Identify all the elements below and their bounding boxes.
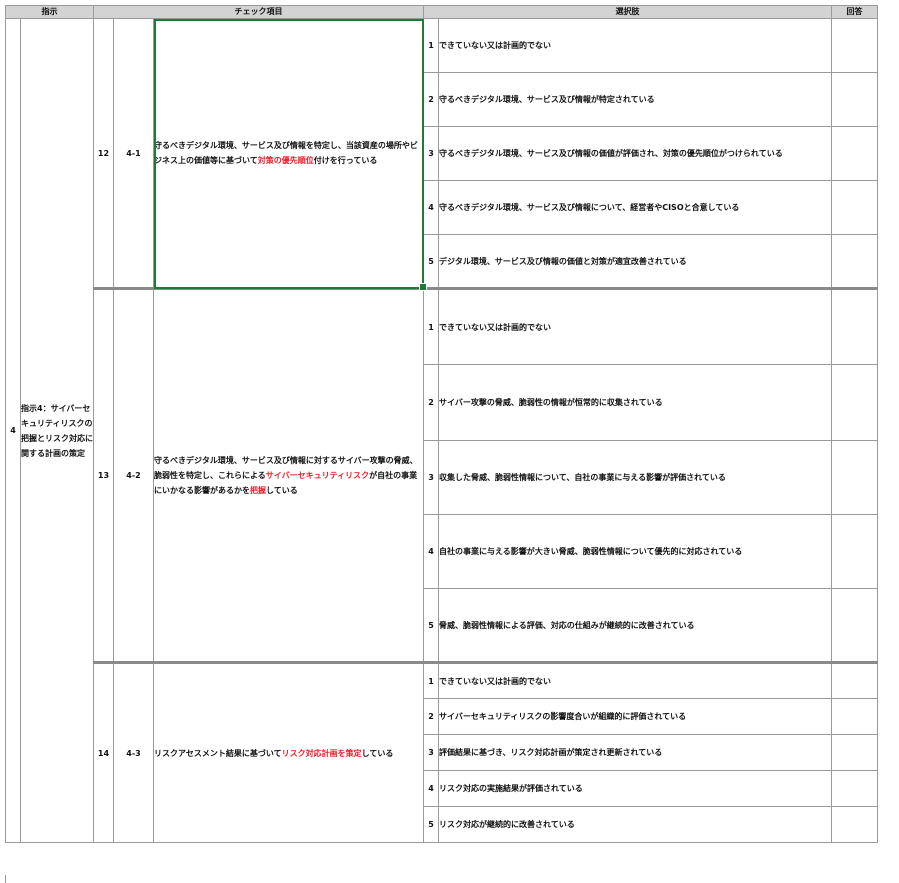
option-text[interactable]: できていない又は計画的でない	[438, 287, 833, 365]
item-number[interactable]: 13	[93, 287, 114, 663]
check-item-cell[interactable]: 守るべきデジタル環境、サービス及び情報に対するサイバー攻撃の脅威、脆弱性を特定し…	[152, 287, 425, 663]
check-item-highlight: 対策の優先順位	[257, 156, 314, 165]
answer-cell[interactable]	[831, 364, 879, 441]
option-number[interactable]: 1	[423, 287, 440, 365]
table-body: 4 指示4：サイバーセキュリティリスクの把握とリスク対応に関する計画の策定 12 4-…	[5, 18, 879, 843]
fill-handle[interactable]	[419, 283, 428, 291]
table-row: 14 4-3 リスクアセスメント結果に基づいてリスク対応計画を策定している 1 できてい…	[6, 661, 879, 843]
option-number[interactable]: 2	[423, 72, 440, 127]
header-choices: 選択肢	[423, 5, 833, 19]
answer-cell[interactable]	[831, 661, 879, 699]
item-code[interactable]: 4-3	[113, 661, 154, 843]
option-text[interactable]: 守るべきデジタル環境、サービス及び情報の価値が評価され、対策の優先順位がつけられ…	[438, 126, 833, 181]
option-number[interactable]: 5	[423, 806, 440, 843]
option-text[interactable]: 評価結果に基づき、リスク対応計画が策定され更新されている	[438, 734, 833, 771]
header-check-item: チェック項目	[92, 5, 425, 19]
check-item-text: している	[266, 486, 298, 495]
check-item-cell[interactable]: リスクアセスメント結果に基づいてリスク対応計画を策定している	[152, 661, 425, 843]
next-row-edge	[5, 875, 878, 883]
check-item-text: している	[361, 748, 394, 758]
option-text[interactable]: 脅威、脆弱性情報による評価、対応の仕組みが継続的に改善されている	[438, 588, 833, 663]
answer-cell[interactable]	[831, 126, 879, 181]
option-text[interactable]: 守るべきデジタル環境、サービス及び情報について、経営者やCISOと合意している	[438, 180, 833, 235]
option-text[interactable]: できていない又は計画的でない	[438, 18, 833, 73]
answer-cell[interactable]	[831, 180, 879, 235]
answer-cell[interactable]	[831, 514, 879, 589]
option-number[interactable]: 3	[423, 126, 440, 181]
instruction-text[interactable]: 指示4：サイバーセキュリティリスクの把握とリスク対応に関する計画の策定	[20, 18, 94, 843]
option-text[interactable]: デジタル環境、サービス及び情報の価値と対策が適宜改善されている	[438, 234, 833, 289]
item-code[interactable]: 4-2	[113, 287, 154, 663]
option-number[interactable]: 1	[423, 18, 440, 73]
table-row: 13 4-2 守るべきデジタル環境、サービス及び情報に対するサイバー攻撃の脅威、脆弱…	[6, 287, 879, 663]
option-number[interactable]: 3	[423, 734, 440, 771]
option-text[interactable]: 収集した脅威、脆弱性情報について、自社の事業に与える影響が評価されている	[438, 440, 833, 515]
option-number[interactable]: 4	[423, 180, 440, 235]
option-number[interactable]: 5	[423, 588, 440, 663]
item-code[interactable]: 4-1	[113, 18, 154, 289]
option-text[interactable]: 自社の事業に与える影響が大きい脅威、脆弱性情報について優先的に対応されている	[438, 514, 833, 589]
checklist-table: 指示 チェック項目 選択肢 回答 4 指示4：サイバーセキュリティリスクの把握とリ…	[5, 5, 879, 843]
answer-cell[interactable]	[831, 588, 879, 663]
option-text[interactable]: できていない又は計画的でない	[438, 661, 833, 699]
answer-cell[interactable]	[831, 287, 879, 365]
answer-cell[interactable]	[831, 734, 879, 771]
check-item-cell[interactable]: 守るべきデジタル環境、サービス及び情報を特定し、当該資産の場所やビジネス上の価値…	[152, 18, 428, 291]
option-text[interactable]: サイバー攻撃の脅威、脆弱性の情報が恒常的に収集されている	[438, 364, 833, 441]
option-text[interactable]: リスク対応の実施結果が評価されている	[438, 770, 833, 807]
header-row: 指示 チェック項目 選択肢 回答	[5, 5, 879, 19]
check-item-highlight: 把握	[250, 486, 266, 495]
item-number[interactable]: 12	[93, 18, 114, 289]
item-number[interactable]: 14	[93, 661, 114, 843]
option-text[interactable]: 守るべきデジタル環境、サービス及び情報が特定されている	[438, 72, 833, 127]
answer-cell[interactable]	[831, 234, 879, 289]
answer-cell[interactable]	[831, 698, 879, 735]
check-item-text: 付けを行っている	[313, 156, 378, 165]
option-number[interactable]: 1	[423, 661, 440, 699]
option-number[interactable]: 4	[423, 514, 440, 589]
answer-cell[interactable]	[831, 18, 879, 73]
option-number[interactable]: 3	[423, 440, 440, 515]
header-answer: 回答	[831, 5, 879, 19]
option-number[interactable]: 4	[423, 770, 440, 807]
option-number[interactable]: 5	[423, 234, 440, 289]
answer-cell[interactable]	[831, 440, 879, 515]
option-text[interactable]: リスク対応が継続的に改善されている	[438, 806, 833, 843]
option-number[interactable]: 2	[423, 698, 440, 735]
instruction-number[interactable]: 4	[5, 18, 21, 843]
header-instruction: 指示	[5, 5, 94, 19]
answer-cell[interactable]	[831, 770, 879, 807]
check-item-highlight: サイバーセキュリティリスク	[265, 471, 370, 480]
answer-cell[interactable]	[831, 72, 879, 127]
table-row: 4 指示4：サイバーセキュリティリスクの把握とリスク対応に関する計画の策定 12 4-…	[5, 18, 879, 843]
option-text[interactable]: サイバーセキュリティリスクの影響度合いが組織的に評価されている	[438, 698, 833, 735]
option-number[interactable]: 2	[423, 364, 440, 441]
check-item-text: リスクアセスメント結果に基づいて	[154, 748, 282, 758]
answer-cell[interactable]	[831, 806, 879, 843]
check-item-highlight: リスク対応計画を策定	[281, 748, 362, 758]
